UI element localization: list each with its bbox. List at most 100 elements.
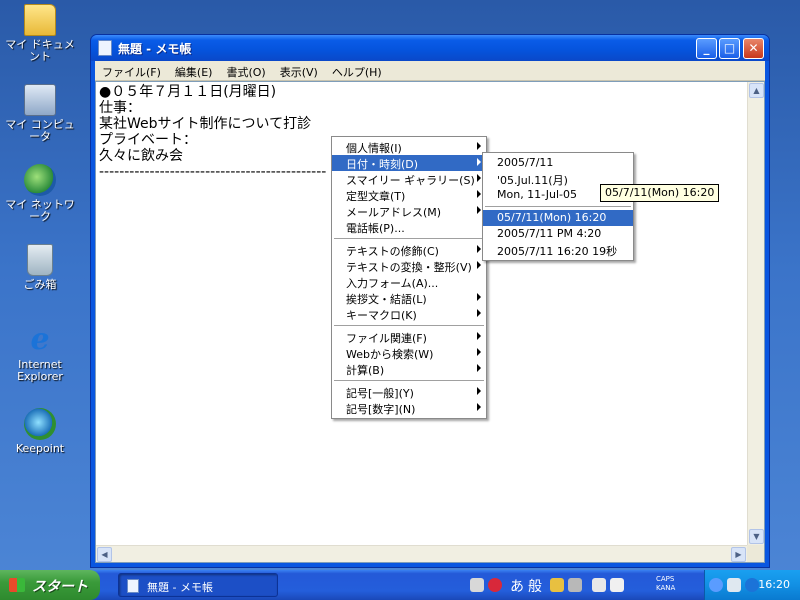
caps-indicator: CAPS xyxy=(656,575,675,583)
window-title: 無題 - メモ帳 xyxy=(118,42,192,56)
menu-item-text-convert[interactable]: テキストの変換・整形(V) xyxy=(332,258,486,274)
submenu-item-datetime-weekday[interactable]: 05/7/11(Mon) 16:20 xyxy=(483,210,633,226)
menu-item-template-text[interactable]: 定型文章(T) xyxy=(332,187,486,203)
show-hidden-icons-chevron-icon[interactable] xyxy=(709,578,723,592)
ime-kana-mode[interactable]: あ xyxy=(510,576,524,596)
menu-item-label: 計算(B) xyxy=(346,364,385,377)
menu-item-label: 入力フォーム(A)... xyxy=(346,277,439,290)
menu-item-mail-address[interactable]: メールアドレス(M) xyxy=(332,203,486,219)
minimize-button[interactable]: _ xyxy=(696,38,717,59)
menu-item-text-decoration[interactable]: テキストの修飾(C) xyxy=(332,242,486,258)
menu-item-label: 日付・時刻(D) xyxy=(346,158,419,171)
desktop-icon-label: マイ ネットワーク xyxy=(5,198,75,223)
menu-item-label: ファイル関連(F) xyxy=(346,332,427,345)
scroll-right-arrow-icon[interactable]: ▶ xyxy=(731,547,746,562)
text-line: 仕事： xyxy=(99,100,141,116)
size-grip[interactable] xyxy=(747,545,764,562)
submenu-item-label: 05/7/11(Mon) 16:20 xyxy=(497,211,607,224)
menu-help[interactable]: ヘルプ(H) xyxy=(325,61,389,80)
text-line: 久々に飲み会 xyxy=(99,148,183,164)
text-line: 某社Webサイト制作について打診 xyxy=(99,116,312,132)
scroll-left-arrow-icon[interactable]: ◀ xyxy=(97,547,112,562)
submenu-arrow-icon xyxy=(477,293,481,301)
taskbar-item-notepad[interactable]: 無題 - メモ帳 xyxy=(118,573,278,597)
ime-conversion-mode[interactable]: 般 xyxy=(528,576,542,596)
submenu-arrow-icon xyxy=(477,174,481,182)
text-line: ●０５年７月１１日(月曜日) xyxy=(99,84,277,100)
submenu-arrow-icon xyxy=(477,206,481,214)
taskbar-item-label: 無題 - メモ帳 xyxy=(147,581,213,594)
start-label: スタート xyxy=(32,579,88,595)
scroll-up-arrow-icon[interactable]: ▲ xyxy=(749,83,764,98)
editor-text[interactable]: ●０５年７月１１日(月曜日) 仕事： 某社Webサイト制作について打診 プライベート：… xyxy=(99,84,326,180)
menu-item-symbols-number[interactable]: 記号[数字](N) xyxy=(332,400,486,416)
desktop-icon-label: ごみ箱 xyxy=(23,278,57,291)
title-bar[interactable]: 無題 - メモ帳 _ □ ✕ xyxy=(91,35,769,61)
taskbar: スタート 無題 - メモ帳 あ 般 CAPS KANA 16:20 xyxy=(0,570,800,600)
submenu-item-label: 2005/7/11 16:20 19秒 xyxy=(497,245,618,258)
submenu-item-datetime-pm[interactable]: 2005/7/11 PM 4:20 xyxy=(483,226,633,242)
help-icon[interactable] xyxy=(610,578,624,592)
menu-edit[interactable]: 編集(E) xyxy=(168,61,220,80)
menu-file[interactable]: ファイル(F) xyxy=(95,61,168,80)
desktop-icon-recycle-bin[interactable]: ごみ箱 xyxy=(0,244,80,291)
text-line: プライベート： xyxy=(99,132,197,148)
recycle-bin-icon xyxy=(27,244,53,276)
close-button[interactable]: ✕ xyxy=(743,38,764,59)
submenu-item-datetime-seconds[interactable]: 2005/7/11 16:20 19秒 xyxy=(483,242,633,258)
scroll-down-arrow-icon[interactable]: ▼ xyxy=(749,529,764,544)
menu-item-file-related[interactable]: ファイル関連(F) xyxy=(332,329,486,345)
desktop-icon-my-network[interactable]: マイ ネットワーク xyxy=(0,164,80,223)
ime-pad-icon[interactable] xyxy=(488,578,502,592)
horizontal-scrollbar[interactable]: ◀ ▶ xyxy=(96,545,747,562)
menu-item-label: 個人情報(I) xyxy=(346,142,402,155)
security-icon[interactable] xyxy=(745,578,759,592)
menu-item-web-search[interactable]: Webから検索(W) xyxy=(332,345,486,361)
desktop-icon-label: Internet Explorer xyxy=(17,358,63,383)
menu-item-label: Webから検索(W) xyxy=(346,348,434,361)
vertical-scrollbar[interactable]: ▲ ▼ xyxy=(747,82,764,545)
menu-format[interactable]: 書式(O) xyxy=(219,61,272,80)
submenu-item-date[interactable]: 2005/7/11 xyxy=(483,155,633,171)
menu-item-phone-book[interactable]: 電話帳(P)... xyxy=(332,219,486,235)
desktop-icon-my-documents[interactable]: マイ ドキュメント xyxy=(0,4,80,63)
menu-item-key-macro[interactable]: キーマクロ(K) xyxy=(332,306,486,322)
tool-icon[interactable] xyxy=(568,578,582,592)
desktop-icon-keepoint[interactable]: Keepoint xyxy=(0,408,80,455)
menu-view[interactable]: 表示(V) xyxy=(273,61,325,80)
menu-item-calculate[interactable]: 計算(B) xyxy=(332,361,486,377)
menu-item-label: 定型文章(T) xyxy=(346,190,406,203)
submenu-item-label: Mon, 11-Jul-05 xyxy=(497,188,578,201)
menu-item-label: 挨拶文・結語(L) xyxy=(346,293,427,306)
submenu-arrow-icon xyxy=(477,309,481,317)
menu-item-greetings[interactable]: 挨拶文・結語(L) xyxy=(332,290,486,306)
keyboard-icon[interactable] xyxy=(470,578,484,592)
submenu-item-label: 2005/7/11 PM 4:20 xyxy=(497,227,602,240)
pen-icon[interactable] xyxy=(592,578,606,592)
menu-item-date-time[interactable]: 日付・時刻(D) xyxy=(332,155,486,171)
menu-item-label: キーマクロ(K) xyxy=(346,309,417,322)
menu-separator xyxy=(334,325,484,326)
dictionary-icon[interactable] xyxy=(550,578,564,592)
start-button[interactable]: スタート xyxy=(0,570,100,600)
menu-item-personal-info[interactable]: 個人情報(I) xyxy=(332,139,486,155)
desktop-icon-label: マイ コンピュータ xyxy=(5,118,75,143)
text-line: ----------------------------------------… xyxy=(99,164,327,180)
menu-item-smiley-gallery[interactable]: スマイリー ギャラリー(S) xyxy=(332,171,486,187)
notepad-app-icon[interactable] xyxy=(98,40,112,56)
desktop-icon-internet-explorer[interactable]: e Internet Explorer xyxy=(0,324,80,383)
submenu-arrow-icon xyxy=(477,387,481,395)
desktop-icon-label: マイ ドキュメント xyxy=(5,38,75,63)
menu-item-label: スマイリー ギャラリー(S) xyxy=(346,174,475,187)
submenu-arrow-icon xyxy=(477,403,481,411)
desktop-icon-my-computer[interactable]: マイ コンピュータ xyxy=(0,84,80,143)
network-status-icon[interactable] xyxy=(727,578,741,592)
maximize-button[interactable]: □ xyxy=(719,38,740,59)
menu-item-symbols-general[interactable]: 記号[一般](Y) xyxy=(332,384,486,400)
submenu-item-label: 2005/7/11 xyxy=(497,156,554,169)
desktop-icon-label: Keepoint xyxy=(15,442,65,455)
menu-item-input-form[interactable]: 入力フォーム(A)... xyxy=(332,274,486,290)
submenu-arrow-icon xyxy=(477,158,481,166)
context-menu: 個人情報(I) 日付・時刻(D) スマイリー ギャラリー(S) 定型文章(T) … xyxy=(331,136,487,419)
clock[interactable]: 16:20 xyxy=(758,578,790,591)
